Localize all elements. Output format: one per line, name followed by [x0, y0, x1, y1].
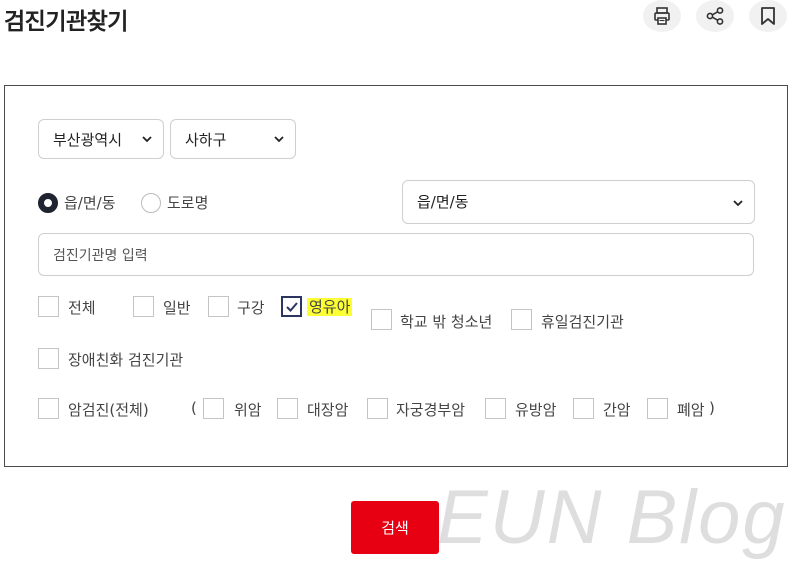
checkbox-disabled-friendly[interactable]: [38, 348, 59, 369]
checkbox-general-label: 일반: [163, 299, 191, 317]
checkbox-all[interactable]: [38, 296, 59, 317]
checkbox-infant-label: 영유아: [307, 296, 353, 317]
radio-dot: [141, 192, 161, 213]
bookmark-button[interactable]: [749, 0, 787, 32]
checkbox-colon[interactable]: [277, 398, 298, 419]
search-button[interactable]: 검색: [351, 501, 439, 554]
checkbox-cervical-label: 자궁경부암: [396, 401, 466, 419]
checkbox-colon-label: 대장암: [307, 401, 349, 419]
district-select[interactable]: 사하구: [170, 119, 296, 159]
radio-road[interactable]: 도로명: [141, 192, 208, 213]
dong-select-value: 읍/면/동: [417, 193, 469, 211]
checkbox-infant-label-text: 영유아: [307, 298, 353, 316]
page-title: 검진기관찾기: [4, 9, 128, 35]
checkbox-stomach-label: 위암: [234, 401, 262, 419]
radio-dong-label: 읍/면/동: [64, 194, 116, 212]
watermark: EUN Blog: [437, 475, 787, 560]
checkbox-stomach[interactable]: [203, 398, 224, 419]
checkbox-oral-label: 구강: [237, 299, 265, 317]
search-panel: 부산광역시 사하구 읍/면/동 도로명 읍/면/동 검진기관명 입력 전체 일반…: [4, 85, 788, 467]
check-icon: [286, 302, 298, 312]
radio-dot-selected: [38, 192, 58, 213]
checkbox-infant[interactable]: [281, 296, 302, 317]
checkbox-cancer-all-label: 암검진(전체): [68, 401, 149, 419]
city-select[interactable]: 부산광역시: [38, 119, 164, 159]
checkbox-liver-label: 간암: [603, 401, 631, 419]
share-icon: [706, 7, 724, 25]
radio-road-label: 도로명: [167, 194, 209, 212]
chevron-down-icon: [142, 136, 152, 143]
paren-open: (: [191, 399, 197, 417]
facility-name-placeholder: 검진기관명 입력: [53, 247, 148, 264]
share-button[interactable]: [696, 0, 734, 32]
checkbox-breast-label: 유방암: [515, 401, 557, 419]
checkbox-liver[interactable]: [573, 398, 594, 419]
district-select-value: 사하구: [185, 130, 227, 149]
print-icon: [654, 7, 670, 25]
bookmark-icon: [761, 7, 775, 25]
checkbox-youth-label: 학교 밖 청소년: [400, 313, 493, 331]
chevron-down-icon: [274, 136, 284, 143]
checkbox-breast[interactable]: [485, 398, 506, 419]
facility-name-input[interactable]: 검진기관명 입력: [38, 233, 754, 276]
checkbox-holiday-label: 휴일검진기관: [541, 313, 624, 331]
checkbox-lung[interactable]: [647, 398, 668, 419]
paren-close: ): [709, 399, 715, 417]
checkbox-youth[interactable]: [371, 309, 392, 330]
checkbox-lung-label: 폐암: [677, 401, 705, 419]
checkbox-oral[interactable]: [208, 296, 229, 317]
chevron-down-icon: [733, 200, 743, 207]
checkbox-all-label: 전체: [68, 299, 96, 317]
city-select-value: 부산광역시: [53, 130, 123, 149]
checkbox-holiday[interactable]: [511, 309, 532, 330]
checkbox-general[interactable]: [133, 296, 154, 317]
checkbox-cervical[interactable]: [367, 398, 388, 419]
checkbox-disabled-friendly-label: 장애친화 검진기관: [68, 351, 184, 369]
print-button[interactable]: [643, 0, 681, 32]
dong-select[interactable]: 읍/면/동: [402, 180, 755, 224]
radio-dong[interactable]: 읍/면/동: [38, 192, 116, 213]
checkbox-cancer-all[interactable]: [38, 398, 59, 419]
